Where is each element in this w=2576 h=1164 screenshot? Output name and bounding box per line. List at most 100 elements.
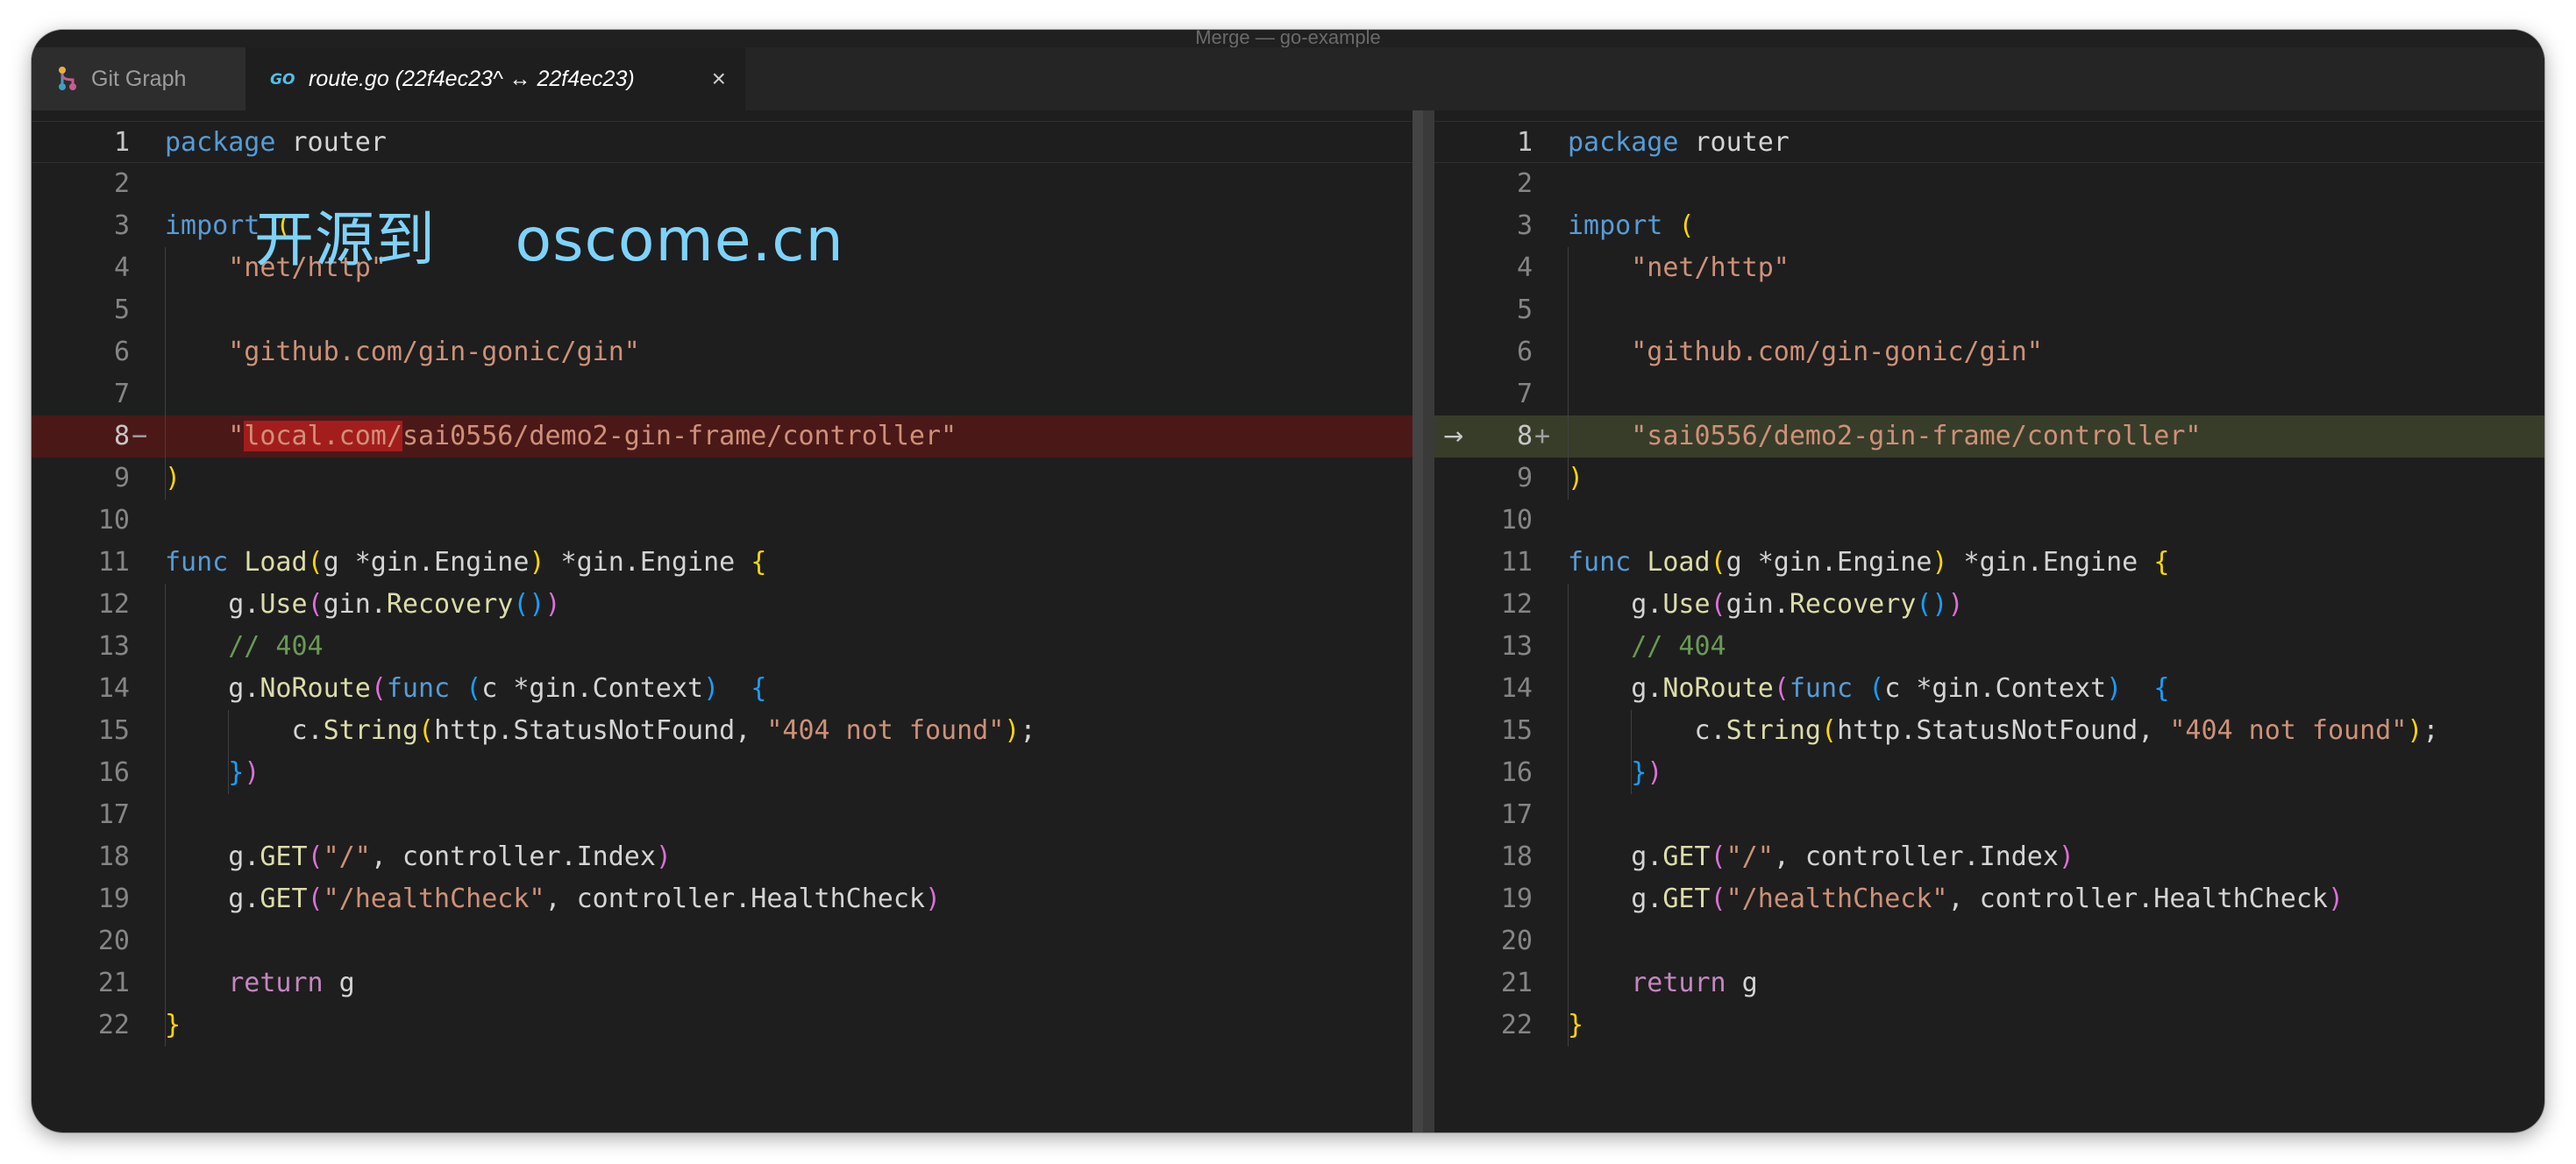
git-graph-icon bbox=[56, 66, 79, 92]
code-line[interactable]: 20 bbox=[1434, 920, 2544, 962]
code-line[interactable]: 10 bbox=[1434, 500, 2544, 542]
code-line[interactable]: 18 g.GET("/", controller.Index) bbox=[32, 836, 1413, 878]
code-line[interactable]: 2 bbox=[1434, 163, 2544, 205]
code-line[interactable]: 6 "github.com/gin-gonic/gin" bbox=[32, 331, 1413, 373]
code-line[interactable]: 12 g.Use(gin.Recovery()) bbox=[1434, 584, 2544, 626]
tab-route-go[interactable]: GO route.go (22f4ec23^ ↔ 22f4ec23) × bbox=[246, 47, 745, 110]
code-line[interactable]: 13 // 404 bbox=[1434, 626, 2544, 668]
code-line[interactable]: 7 bbox=[32, 373, 1413, 415]
code-token: ; bbox=[2423, 715, 2439, 746]
revert-arrow-icon[interactable]: → bbox=[1443, 415, 1463, 458]
line-number: 17 bbox=[97, 799, 130, 830]
code-token: c. bbox=[1568, 715, 1726, 746]
code-line[interactable]: 5 bbox=[32, 289, 1413, 331]
line-number: 3 bbox=[1516, 210, 1533, 241]
code-token: String bbox=[1726, 715, 1821, 746]
code-line[interactable]: 17 bbox=[1434, 794, 2544, 836]
code-line[interactable]: 19 g.GET("/healthCheck", controller.Heal… bbox=[32, 878, 1413, 920]
line-number: 12 bbox=[1500, 589, 1533, 620]
code-text: return g bbox=[1568, 962, 1758, 1004]
code-text: "github.com/gin-gonic/gin" bbox=[1568, 331, 2043, 373]
code-line[interactable]: 5 bbox=[1434, 289, 2544, 331]
code-line[interactable]: 8− "local.com/sai0556/demo2-gin-frame/co… bbox=[32, 415, 1413, 458]
code-token: ( bbox=[1773, 673, 1790, 704]
code-token: ) bbox=[1947, 589, 1964, 620]
code-token: GET bbox=[1662, 841, 1711, 872]
code-line[interactable]: 10 bbox=[32, 500, 1413, 542]
code-token: router bbox=[275, 127, 387, 158]
code-line[interactable]: 18 g.GET("/", controller.Index) bbox=[1434, 836, 2544, 878]
line-number: 3 bbox=[113, 210, 130, 241]
code-token: { bbox=[2153, 673, 2170, 704]
code-line[interactable]: 6 "github.com/gin-gonic/gin" bbox=[1434, 331, 2544, 373]
code-line[interactable]: 9) bbox=[32, 458, 1413, 500]
code-token: } bbox=[1568, 1010, 1584, 1040]
code-token: "/" bbox=[323, 841, 371, 872]
line-number: 10 bbox=[97, 505, 130, 536]
tab-git-graph[interactable]: Git Graph bbox=[32, 47, 246, 110]
code-line[interactable]: 19 g.GET("/healthCheck", controller.Heal… bbox=[1434, 878, 2544, 920]
code-line[interactable]: 17 bbox=[32, 794, 1413, 836]
code-line[interactable]: 14 g.NoRoute(func (c *gin.Context) { bbox=[32, 668, 1413, 710]
code-token: , controller.HealthCheck bbox=[1947, 884, 2328, 914]
code-token: c *gin.Context bbox=[481, 673, 704, 704]
line-number: 7 bbox=[113, 379, 130, 409]
code-token: ( bbox=[1710, 841, 1726, 872]
code-text: }) bbox=[165, 752, 260, 794]
code-line[interactable]: 21 return g bbox=[1434, 962, 2544, 1004]
code-line[interactable]: 11 func Load(g *gin.Engine) *gin.Engine { bbox=[1434, 542, 2544, 584]
code-line[interactable]: 12 g.Use(gin.Recovery()) bbox=[32, 584, 1413, 626]
code-line[interactable]: 8 + → "sai0556/demo2-gin-frame/controller" bbox=[1434, 415, 2544, 458]
scrollbar-track[interactable] bbox=[1413, 110, 1423, 1132]
code-line[interactable]: 22} bbox=[1434, 1004, 2544, 1047]
line-number: 12 bbox=[97, 589, 130, 620]
line-number: 20 bbox=[97, 926, 130, 956]
code-line[interactable]: 15 c.String(http.StatusNotFound, "404 no… bbox=[1434, 710, 2544, 752]
code-token: g. bbox=[1568, 884, 1663, 914]
code-token: gin. bbox=[323, 589, 387, 620]
code-token: GET bbox=[260, 841, 308, 872]
diff-overview-ruler[interactable] bbox=[1413, 110, 1434, 1132]
code-line[interactable]: 1 package router bbox=[32, 121, 1413, 163]
code-line[interactable]: 16 }) bbox=[32, 752, 1413, 794]
code-token: , controller.Index bbox=[1773, 841, 2059, 872]
code-line[interactable]: 9) bbox=[1434, 458, 2544, 500]
code-line[interactable]: 1 package router bbox=[1434, 121, 2544, 163]
code-token: NoRoute bbox=[1662, 673, 1774, 704]
code-token: g bbox=[323, 968, 355, 998]
code-token: NoRoute bbox=[260, 673, 371, 704]
line-number: 9 bbox=[113, 463, 130, 493]
code-token: ) bbox=[2106, 673, 2123, 704]
code-token: " bbox=[228, 421, 245, 451]
line-number: 6 bbox=[1516, 337, 1533, 367]
line-number: 5 bbox=[1516, 295, 1533, 325]
code-text: "github.com/gin-gonic/gin" bbox=[165, 331, 640, 373]
code-line[interactable]: 11 func Load(g *gin.Engine) *gin.Engine { bbox=[32, 542, 1413, 584]
code-token: String bbox=[323, 715, 418, 746]
code-line[interactable]: 15 c.String(http.StatusNotFound, "404 no… bbox=[32, 710, 1413, 752]
code-line[interactable]: 3 import ( bbox=[1434, 205, 2544, 247]
code-line[interactable]: 7 bbox=[1434, 373, 2544, 415]
code-line[interactable]: 16 }) bbox=[1434, 752, 2544, 794]
code-line[interactable]: 13 // 404 bbox=[32, 626, 1413, 668]
code-token: "/healthCheck" bbox=[1726, 884, 1948, 914]
code-line[interactable]: 22} bbox=[32, 1004, 1413, 1047]
code-token: g. bbox=[1568, 673, 1663, 704]
code-token: http.StatusNotFound, bbox=[434, 715, 767, 746]
code-line[interactable]: 20 bbox=[32, 920, 1413, 962]
line-number: 18 bbox=[1500, 841, 1533, 872]
code-text: ) bbox=[1568, 458, 1583, 500]
close-icon[interactable]: × bbox=[712, 65, 726, 93]
code-token: ( bbox=[307, 589, 324, 620]
code-token: ) bbox=[655, 841, 672, 872]
code-line[interactable]: 4 "net/http" bbox=[1434, 247, 2544, 289]
code-line[interactable]: 14 g.NoRoute(func (c *gin.Context) { bbox=[1434, 668, 2544, 710]
code-token: ) bbox=[1004, 715, 1021, 746]
modified-editor[interactable]: 1 package router 2 3 import (4 "net/http" 5 6 … bbox=[1434, 110, 2544, 1132]
code-line[interactable]: 21 return g bbox=[32, 962, 1413, 1004]
